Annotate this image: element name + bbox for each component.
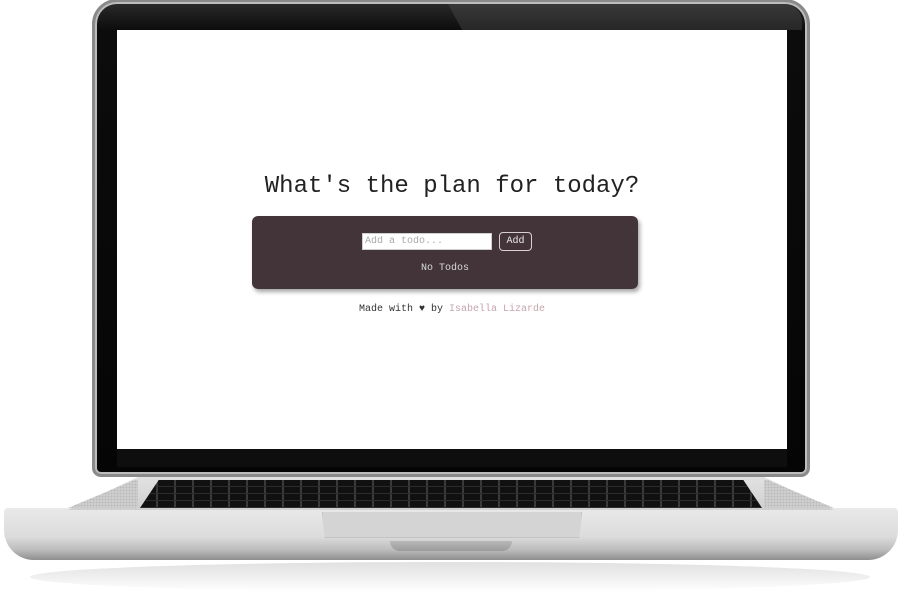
screen-bezel-bottom [117, 449, 787, 467]
empty-state-text: No Todos [420, 263, 469, 274]
lid-glare [448, 4, 802, 30]
laptop-lid-notch [390, 541, 512, 551]
footer-by: by [431, 304, 444, 315]
keyboard-rows [140, 480, 762, 508]
laptop-trackpad [322, 512, 582, 538]
todo-card: Add No Todos [252, 216, 638, 289]
author-link[interactable]: Isabella Lizarde [449, 304, 545, 315]
speaker-grille-right [764, 480, 834, 508]
todo-input[interactable] [362, 233, 492, 250]
page-title: What's the plan for today? [264, 173, 640, 200]
footer-prefix: Made with [358, 304, 413, 315]
laptop-screen: What's the plan for today? Add No Todos … [117, 30, 787, 449]
speaker-grille-left [68, 480, 138, 508]
laptop-reflection [30, 562, 870, 592]
todo-form: Add [362, 232, 532, 252]
add-todo-button[interactable]: Add [499, 232, 532, 251]
heart-icon: ♥ [418, 304, 425, 315]
footer: Made with ♥ by Isabella Lizarde [117, 304, 787, 315]
